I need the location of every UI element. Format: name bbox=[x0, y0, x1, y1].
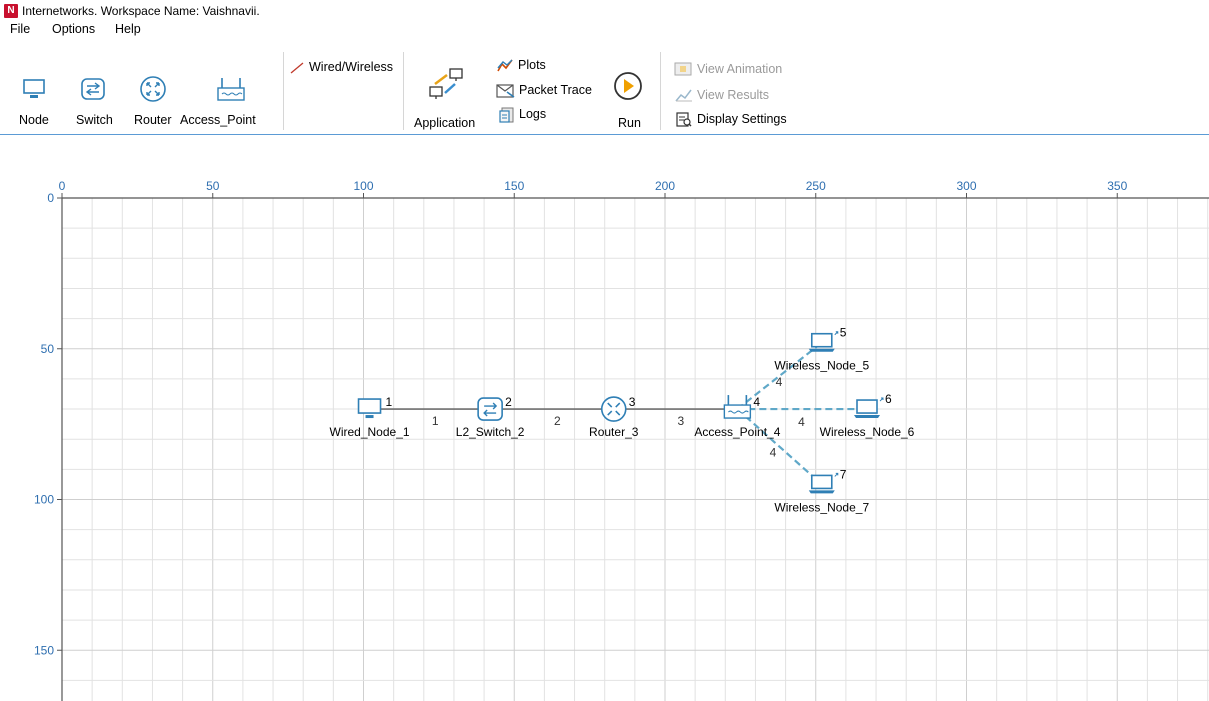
node-tool-button[interactable]: Node bbox=[19, 113, 49, 127]
plots-icon bbox=[497, 58, 513, 72]
link-id-label: 2 bbox=[554, 414, 561, 428]
ribbon-divider bbox=[660, 52, 661, 130]
x-tick-label: 0 bbox=[59, 179, 66, 193]
view-results-icon bbox=[675, 88, 693, 102]
y-tick-label: 100 bbox=[34, 493, 54, 507]
link-id-label: 4 bbox=[776, 375, 783, 389]
device-id-label: 1 bbox=[386, 395, 393, 409]
device-id-label: 7 bbox=[840, 467, 847, 481]
wireless-link[interactable] bbox=[736, 408, 823, 486]
device-id-label: 4 bbox=[753, 395, 760, 409]
ribbon-divider bbox=[403, 52, 404, 130]
x-tick-label: 200 bbox=[655, 179, 675, 193]
device-id-label: 3 bbox=[629, 395, 636, 409]
laptop-device-icon[interactable] bbox=[808, 472, 839, 494]
device-id-label: 6 bbox=[885, 392, 892, 406]
access-point-tool-icon bbox=[216, 76, 246, 102]
device-name-label: Router_3 bbox=[589, 425, 639, 439]
switch-tool-button[interactable]: Switch bbox=[76, 113, 113, 127]
access-point-tool-button[interactable]: Access_Point bbox=[180, 113, 256, 127]
title-bar: N Internetworks. Workspace Name: Vaishna… bbox=[0, 0, 1209, 22]
x-tick-label: 150 bbox=[504, 179, 524, 193]
device-id-label: 5 bbox=[840, 326, 847, 340]
y-tick-label: 50 bbox=[41, 342, 55, 356]
link-id-label: 1 bbox=[432, 414, 439, 428]
router-tool-icon bbox=[139, 75, 167, 103]
y-tick-label: 0 bbox=[47, 191, 54, 205]
link-id-label: 4 bbox=[798, 415, 805, 429]
application-icon bbox=[427, 67, 465, 101]
ribbon-divider bbox=[283, 52, 284, 130]
x-tick-label: 100 bbox=[353, 179, 373, 193]
device-name-label: Wireless_Node_6 bbox=[820, 425, 915, 439]
view-animation-icon bbox=[674, 62, 692, 76]
node-device-icon[interactable] bbox=[357, 398, 382, 419]
application-button[interactable]: Application bbox=[414, 116, 475, 130]
device-name-label: L2_Switch_2 bbox=[456, 425, 525, 439]
run-icon[interactable] bbox=[613, 71, 643, 101]
view-animation-button[interactable]: View Animation bbox=[697, 62, 782, 76]
device-name-label: Wired_Node_1 bbox=[330, 425, 410, 439]
logs-button[interactable]: Logs bbox=[519, 107, 546, 121]
run-button[interactable]: Run bbox=[618, 116, 641, 130]
link-id-label: 3 bbox=[678, 414, 685, 428]
network-design-canvas[interactable]: 0 50 100 150 200 250 300 350 0 50 100 150 1 2 3 4 4 4 1 Wir… bbox=[0, 135, 1209, 701]
menu-options[interactable]: Options bbox=[52, 22, 95, 36]
x-tick-label: 50 bbox=[206, 179, 220, 193]
view-results-button[interactable]: View Results bbox=[697, 88, 769, 102]
link-id-label: 4 bbox=[770, 446, 777, 460]
menu-help[interactable]: Help bbox=[115, 22, 141, 36]
display-settings-icon bbox=[676, 112, 692, 127]
switch-tool-icon bbox=[80, 76, 106, 102]
device-name-label: Access_Point_4 bbox=[694, 425, 780, 439]
device-name-label: Wireless_Node_7 bbox=[774, 500, 869, 514]
device-name-label: Wireless_Node_5 bbox=[774, 359, 869, 373]
device-id-label: 2 bbox=[505, 395, 512, 409]
y-tick-label: 150 bbox=[34, 643, 54, 657]
node-tool-icon bbox=[22, 78, 46, 100]
x-tick-label: 300 bbox=[956, 179, 976, 193]
x-tick-label: 350 bbox=[1107, 179, 1127, 193]
wired-wireless-link-button[interactable]: Wired/Wireless bbox=[309, 60, 393, 74]
packet-trace-button[interactable]: Packet Trace bbox=[519, 83, 592, 97]
router-tool-button[interactable]: Router bbox=[134, 113, 172, 127]
x-tick-label: 250 bbox=[806, 179, 826, 193]
access-point-device-icon[interactable] bbox=[723, 395, 752, 419]
router-device-icon[interactable] bbox=[600, 396, 627, 422]
display-settings-button[interactable]: Display Settings bbox=[697, 112, 787, 126]
packet-trace-icon bbox=[496, 83, 516, 98]
laptop-device-icon[interactable] bbox=[808, 331, 839, 352]
plots-button[interactable]: Plots bbox=[518, 58, 546, 72]
logs-icon bbox=[499, 107, 515, 123]
laptop-device-icon[interactable] bbox=[854, 397, 884, 419]
switch-device-icon[interactable] bbox=[477, 397, 503, 421]
window-title: Internetworks. Workspace Name: Vaishnavi… bbox=[22, 4, 260, 18]
app-logo-icon: N bbox=[4, 4, 18, 18]
menu-file[interactable]: File bbox=[10, 22, 30, 36]
wired-wireless-link-icon bbox=[289, 61, 305, 75]
